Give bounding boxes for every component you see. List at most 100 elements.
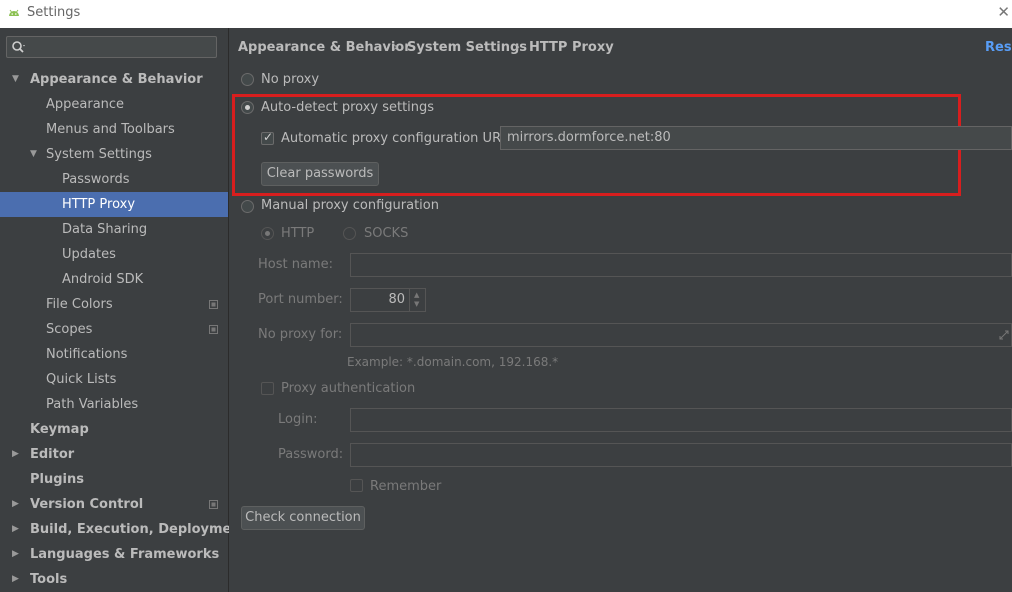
manual-proxy-label: Manual proxy configuration <box>261 198 439 213</box>
sidebar-item-passwords[interactable]: Passwords <box>0 167 228 192</box>
sidebar-item-label: Tools <box>30 572 68 587</box>
proxy-auth-label: Proxy authentication <box>281 381 416 396</box>
sidebar-item-label: Build, Execution, Deployment <box>30 522 247 537</box>
chevron-down-icon: ▼ <box>12 74 19 84</box>
no-proxy-radio[interactable] <box>241 73 254 86</box>
android-icon <box>9 9 19 16</box>
password-input[interactable] <box>350 443 1012 467</box>
http-proxy-panel: Appearance & Behavior › System Settings … <box>229 28 1012 592</box>
sidebar-item-label: Data Sharing <box>62 222 148 237</box>
auto-detect-label: Auto-detect proxy settings <box>261 100 435 115</box>
project-settings-icon <box>209 325 218 334</box>
no-proxy-for-label: No proxy for: <box>258 327 343 342</box>
sidebar-item-editor[interactable]: ▶ Editor <box>0 442 228 467</box>
sidebar-item-tools[interactable]: ▶ Tools <box>0 567 228 592</box>
breadcrumb-item: Appearance & Behavior <box>238 40 411 55</box>
sidebar-item-label: Path Variables <box>46 397 139 412</box>
chevron-down-icon: ▼ <box>30 149 37 159</box>
sidebar-item-label: Keymap <box>30 422 89 437</box>
title-bar: Settings ✕ <box>0 0 1012 28</box>
settings-sidebar: ▼ Appearance & Behavior Appearance Menus… <box>0 28 247 592</box>
remember-label: Remember <box>370 479 442 494</box>
sidebar-item-system-settings[interactable]: ▼ System Settings <box>0 142 228 167</box>
chevron-right-icon: ▶ <box>12 574 19 584</box>
sidebar-item-label: Appearance & Behavior <box>30 72 203 87</box>
sidebar-item-label: Android SDK <box>62 272 144 287</box>
auto-detect-radio[interactable] <box>241 101 254 114</box>
page-title: HTTP Proxy <box>529 40 614 55</box>
sidebar-item-appearance-behavior[interactable]: ▼ Appearance & Behavior <box>0 67 228 92</box>
sidebar-item-label: Notifications <box>46 347 128 362</box>
window-title: Settings <box>27 5 81 20</box>
sidebar-item-quick-lists[interactable]: Quick Lists <box>0 367 228 392</box>
expand-icon[interactable] <box>998 329 1010 341</box>
sidebar-item-version-control[interactable]: ▶ Version Control <box>0 492 228 517</box>
sidebar-item-keymap[interactable]: Keymap <box>0 417 228 442</box>
sidebar-item-label: Languages & Frameworks <box>30 547 220 562</box>
sidebar-item-label: Version Control <box>30 497 144 512</box>
search-icon <box>12 41 25 53</box>
sidebar-item-label: File Colors <box>46 297 113 312</box>
chevron-right-icon: ▶ <box>12 499 19 509</box>
check-connection-button[interactable]: Check connection <box>241 506 365 530</box>
sidebar-item-path-variables[interactable]: Path Variables <box>0 392 228 417</box>
no-proxy-label: No proxy <box>261 72 320 87</box>
login-label: Login: <box>278 412 318 427</box>
host-name-input[interactable] <box>350 253 1012 277</box>
socks-radio[interactable] <box>343 227 356 240</box>
sidebar-item-http-proxy[interactable]: HTTP Proxy <box>0 192 228 217</box>
reset-link[interactable]: Rese <box>985 40 1012 55</box>
proxy-auth-checkbox[interactable] <box>261 382 274 395</box>
project-settings-icon <box>209 500 218 509</box>
http-radio[interactable] <box>261 227 274 240</box>
remember-checkbox[interactable] <box>350 479 363 492</box>
breadcrumb-item: System Settings <box>407 40 528 55</box>
auto-url-label: Automatic proxy configuration URL: <box>281 131 513 146</box>
sidebar-item-label: Quick Lists <box>46 372 117 387</box>
clear-passwords-button[interactable]: Clear passwords <box>261 162 379 186</box>
sidebar-item-plugins[interactable]: Plugins <box>0 467 228 492</box>
project-settings-icon <box>209 300 218 309</box>
sidebar-item-label: Updates <box>62 247 116 262</box>
sidebar-item-build-execution-deployment[interactable]: ▶ Build, Execution, Deployment <box>0 517 247 542</box>
chevron-up-icon: ▲ <box>414 291 420 299</box>
chevron-right-icon: › <box>393 40 399 55</box>
sidebar-item-label: Scopes <box>46 322 93 337</box>
sidebar-item-label: System Settings <box>46 147 152 162</box>
sidebar-item-menus-toolbars[interactable]: Menus and Toolbars <box>0 117 228 142</box>
search-input[interactable] <box>6 36 217 58</box>
sidebar-item-data-sharing[interactable]: Data Sharing <box>0 217 228 242</box>
sidebar-item-updates[interactable]: Updates <box>0 242 228 267</box>
sidebar-item-scopes[interactable]: Scopes <box>0 317 228 342</box>
sidebar-item-label: Editor <box>30 447 75 462</box>
sidebar-item-appearance[interactable]: Appearance <box>0 92 228 117</box>
close-icon[interactable]: ✕ <box>997 3 1010 21</box>
password-label: Password: <box>278 447 344 462</box>
sidebar-item-file-colors[interactable]: File Colors <box>0 292 228 317</box>
port-spinner[interactable]: ▲ ▼ <box>409 289 426 311</box>
chevron-right-icon: ▶ <box>12 549 19 559</box>
sidebar-item-languages-frameworks[interactable]: ▶ Languages & Frameworks <box>0 542 228 567</box>
manual-proxy-radio[interactable] <box>241 200 254 213</box>
sidebar-item-label: HTTP Proxy <box>62 197 136 212</box>
port-number-label: Port number: <box>258 292 343 307</box>
checkmark-icon: ✓ <box>263 130 274 144</box>
auto-url-input[interactable]: mirrors.dormforce.net:80 <box>500 126 1012 150</box>
sidebar-item-label: Plugins <box>30 472 84 487</box>
sidebar-item-label: Menus and Toolbars <box>46 122 175 137</box>
sidebar-item-label: Passwords <box>62 172 130 187</box>
auto-url-checkbox[interactable]: ✓ <box>261 130 274 145</box>
chevron-right-icon: ▶ <box>12 449 19 459</box>
host-name-label: Host name: <box>258 257 333 272</box>
sidebar-item-notifications[interactable]: Notifications <box>0 342 228 367</box>
login-input[interactable] <box>350 408 1012 432</box>
http-label: HTTP <box>281 226 315 241</box>
chevron-right-icon: › <box>515 40 521 55</box>
chevron-down-icon: ▼ <box>414 300 420 308</box>
sidebar-item-android-sdk[interactable]: Android SDK <box>0 267 228 292</box>
chevron-right-icon: ▶ <box>12 524 19 534</box>
no-proxy-example: Example: *.domain.com, 192.168.* <box>347 355 559 369</box>
sidebar-item-label: Appearance <box>46 97 125 112</box>
no-proxy-for-input[interactable] <box>350 323 1012 347</box>
socks-label: SOCKS <box>364 226 409 241</box>
